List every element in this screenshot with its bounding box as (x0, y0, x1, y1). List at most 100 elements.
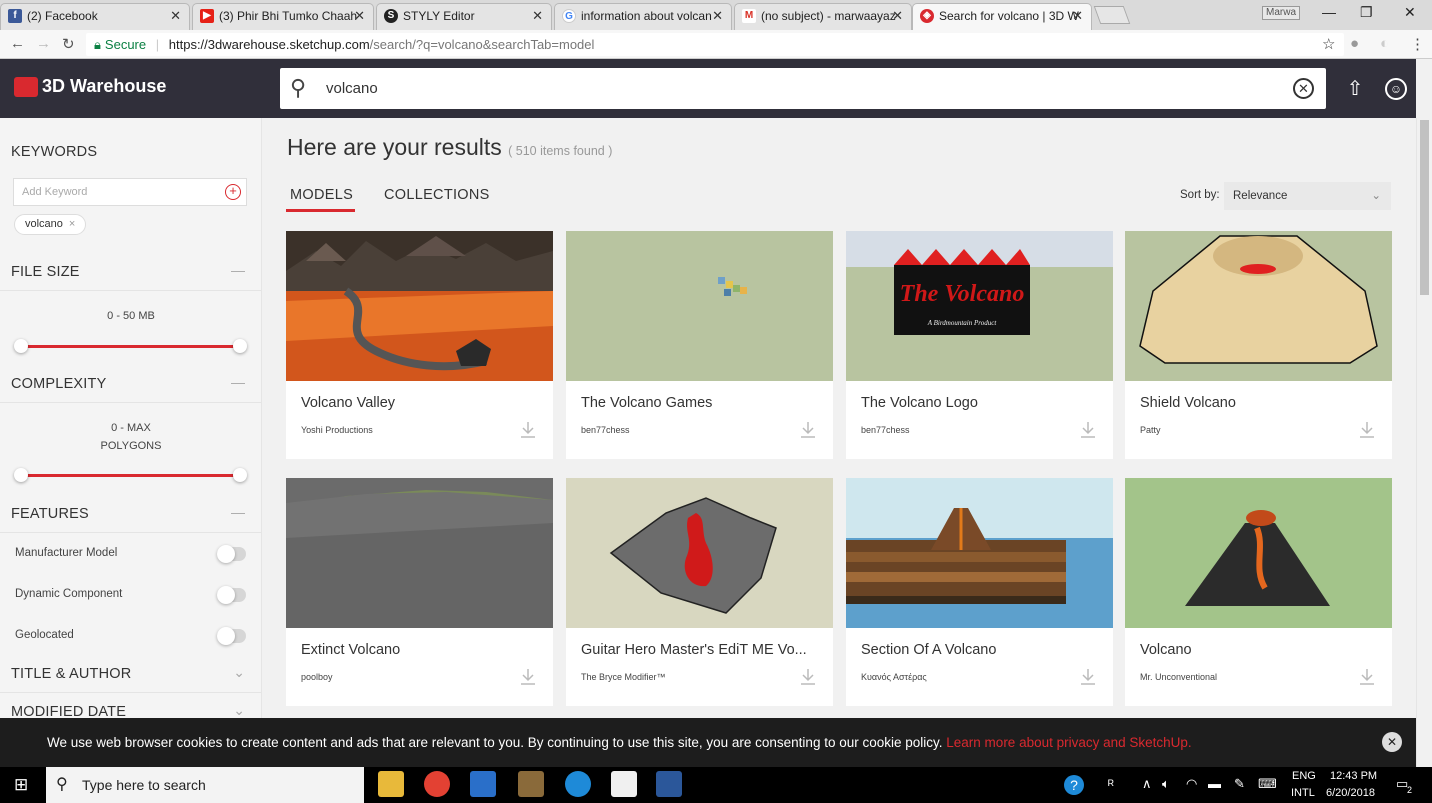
menu-icon[interactable]: ⋮ (1410, 35, 1425, 53)
store-icon[interactable] (470, 771, 496, 797)
model-card[interactable]: Volcano Valley Yoshi Productions (286, 231, 553, 459)
extension-icon[interactable]: ● (1350, 35, 1359, 52)
sticky-notes-icon[interactable] (611, 771, 637, 797)
language-layout[interactable]: INTL (1291, 787, 1315, 799)
download-icon[interactable] (1080, 668, 1096, 686)
show-hidden-icons-icon[interactable]: ∧ (1142, 776, 1152, 792)
close-tab-icon[interactable]: ✕ (892, 4, 903, 28)
slider-min-handle[interactable] (14, 339, 28, 353)
model-card[interactable]: The Volcano A Birdmountain Product The V… (846, 231, 1113, 459)
app-icon[interactable] (518, 771, 544, 797)
model-card[interactable]: Shield Volcano Patty (1125, 231, 1392, 459)
keyboard-icon[interactable]: ⌨ (1258, 776, 1277, 792)
close-tab-icon[interactable]: ✕ (354, 4, 365, 28)
model-thumbnail[interactable] (566, 478, 833, 628)
model-author[interactable]: ben77chess (861, 425, 910, 435)
browser-tab-gmail[interactable]: M (no subject) - marwaayaz ✕ (734, 3, 912, 30)
model-title[interactable]: Guitar Hero Master's EdiT ME Vo... (581, 642, 821, 658)
model-card[interactable]: Volcano Mr. Unconventional (1125, 478, 1392, 706)
search-input[interactable] (326, 68, 1286, 109)
scrollbar-thumb[interactable] (1420, 120, 1429, 295)
geolocated-toggle[interactable] (217, 627, 246, 645)
file-size-slider[interactable] (14, 339, 247, 353)
clear-search-icon[interactable]: ✕ (1293, 78, 1314, 99)
bookmark-star-icon[interactable]: ☆ (1322, 35, 1335, 53)
tab-collections[interactable]: COLLECTIONS (384, 187, 490, 203)
chevron-down-icon[interactable]: ⌄ (233, 664, 245, 681)
wifi-icon[interactable]: ◠ (1186, 776, 1197, 792)
download-icon[interactable] (520, 668, 536, 686)
model-title[interactable]: Shield Volcano (1140, 395, 1380, 411)
complexity-heading[interactable]: COMPLEXITY (11, 376, 106, 392)
features-heading[interactable]: FEATURES (11, 506, 89, 522)
battery-icon[interactable]: ▬ (1208, 776, 1221, 791)
windows-start-icon[interactable]: ⊞ (14, 775, 28, 795)
word-icon[interactable] (656, 771, 682, 797)
close-tab-icon[interactable]: ✕ (712, 4, 723, 28)
slider-max-handle[interactable] (233, 339, 247, 353)
chrome-icon[interactable] (424, 771, 450, 797)
new-tab-button[interactable] (1093, 6, 1131, 24)
slider-min-handle[interactable] (14, 468, 28, 482)
modified-date-heading[interactable]: MODIFIED DATE (11, 704, 126, 718)
collapse-icon[interactable]: — (231, 262, 245, 278)
title-author-heading[interactable]: TITLE & AUTHOR (11, 666, 131, 682)
model-thumbnail[interactable]: The Volcano A Birdmountain Product (846, 231, 1113, 381)
model-thumbnail[interactable] (286, 231, 553, 381)
browser-tab-styly[interactable]: S STYLY Editor ✕ (376, 3, 552, 30)
download-icon[interactable] (520, 421, 536, 439)
taskbar-search[interactable]: ⚲ Type here to search (46, 767, 364, 803)
model-thumbnail[interactable] (286, 478, 553, 628)
file-explorer-icon[interactable] (378, 771, 404, 797)
model-title[interactable]: Extinct Volcano (301, 642, 541, 658)
3d-warehouse-logo[interactable]: 3D Warehouse (14, 76, 166, 97)
minimize-icon[interactable]: — (1322, 4, 1336, 20)
model-author[interactable]: Mr. Unconventional (1140, 672, 1217, 682)
remove-keyword-icon[interactable]: × (69, 218, 75, 230)
model-title[interactable]: The Volcano Logo (861, 395, 1101, 411)
tab-models[interactable]: MODELS (290, 187, 353, 203)
volume-icon[interactable]: 🔈︎ (1162, 776, 1170, 792)
dynamic-component-toggle[interactable] (217, 586, 246, 604)
model-author[interactable]: Yoshi Productions (301, 425, 373, 435)
model-thumbnail[interactable] (566, 231, 833, 381)
privacy-link[interactable]: Learn more about privacy and SketchUp. (946, 735, 1191, 750)
address-bar[interactable]: 🔒︎ Secure | https://3dwarehouse.sketchup.… (86, 33, 1344, 56)
restore-icon[interactable]: ❐ (1360, 4, 1373, 21)
add-keyword-icon[interactable]: + (225, 184, 241, 200)
manufacturer-model-toggle[interactable] (217, 545, 246, 563)
reload-icon[interactable]: ↻ (62, 35, 75, 53)
collapse-icon[interactable]: — (231, 504, 245, 520)
clock-time[interactable]: 12:43 PM (1330, 770, 1377, 782)
model-author[interactable]: Κυανός Αστέρας (861, 672, 927, 682)
model-title[interactable]: Section Of A Volcano (861, 642, 1101, 658)
pen-icon[interactable]: ✎ (1234, 776, 1245, 792)
model-card[interactable]: Section Of A Volcano Κυανός Αστέρας (846, 478, 1113, 706)
close-tab-icon[interactable]: ✕ (532, 4, 543, 28)
complexity-slider[interactable] (14, 468, 247, 482)
browser-tab-facebook[interactable]: f (2) Facebook ✕ (0, 3, 190, 30)
add-keyword-input[interactable]: Add Keyword + (13, 178, 247, 206)
keyword-chip[interactable]: volcano × (14, 214, 87, 235)
model-card[interactable]: Guitar Hero Master's EdiT ME Vo... The B… (566, 478, 833, 706)
model-thumbnail[interactable] (1125, 231, 1392, 381)
file-size-heading[interactable]: FILE SIZE (11, 264, 80, 280)
close-tab-icon[interactable]: ✕ (170, 4, 181, 28)
sort-select[interactable]: Relevance ⌄ (1224, 182, 1391, 210)
people-icon[interactable]: ᴿ (1108, 777, 1114, 792)
browser-tab-youtube[interactable]: ▶ (3) Phir Bhi Tumko Chaah ✕ (192, 3, 374, 30)
download-icon[interactable] (800, 668, 816, 686)
clock-date[interactable]: 6/20/2018 (1326, 787, 1375, 799)
model-title[interactable]: Volcano (1140, 642, 1380, 658)
download-icon[interactable] (800, 421, 816, 439)
model-card[interactable]: Extinct Volcano poolboy (286, 478, 553, 706)
chevron-down-icon[interactable]: ⌄ (233, 702, 245, 718)
edge-icon[interactable] (565, 771, 591, 797)
forward-icon[interactable]: → (36, 35, 51, 52)
close-tab-icon[interactable]: ✕ (1072, 4, 1083, 28)
model-card[interactable]: The Volcano Games ben77chess (566, 231, 833, 459)
model-title[interactable]: The Volcano Games (581, 395, 821, 411)
window-close-icon[interactable]: ✕ (1404, 4, 1416, 21)
download-icon[interactable] (1359, 668, 1375, 686)
close-cookie-icon[interactable]: ✕ (1382, 732, 1402, 752)
